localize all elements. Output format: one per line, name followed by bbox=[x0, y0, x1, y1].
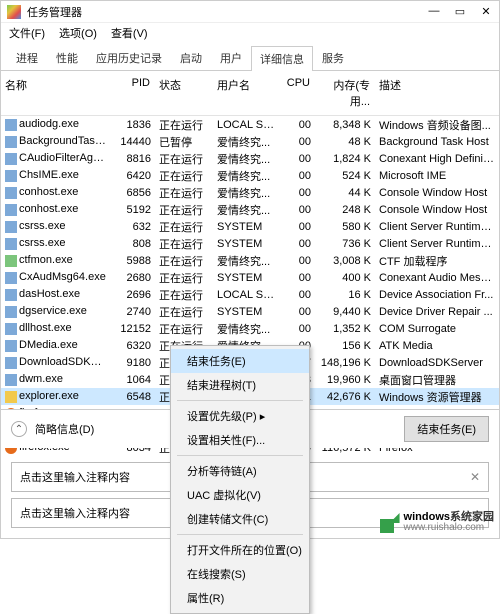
menu-item[interactable]: 文件(F) bbox=[9, 25, 45, 41]
table-row[interactable]: audiodg.exe1836正在运行LOCAL SE...008,348 KW… bbox=[1, 116, 499, 133]
process-icon bbox=[5, 170, 17, 182]
process-icon bbox=[5, 289, 17, 301]
tab-进程[interactable]: 进程 bbox=[7, 45, 47, 70]
process-icon bbox=[5, 255, 17, 267]
process-icon bbox=[5, 272, 17, 284]
tab-启动[interactable]: 启动 bbox=[171, 45, 211, 70]
process-icon bbox=[5, 221, 17, 233]
context-menu-item[interactable]: 打开文件所在的位置(O) bbox=[171, 538, 309, 562]
col-state[interactable]: 状态 bbox=[155, 71, 213, 115]
annotation-placeholder: 点击这里输入注释内容 bbox=[20, 469, 130, 485]
col-mem[interactable]: 内存(专用... bbox=[315, 71, 375, 115]
context-menu-item[interactable]: 属性(R) bbox=[171, 586, 309, 610]
menu-separator bbox=[177, 455, 303, 456]
maximize-button[interactable]: ▭ bbox=[453, 5, 467, 18]
table-row[interactable]: conhost.exe6856正在运行爱情终究...0044 KConsole … bbox=[1, 184, 499, 201]
process-icon bbox=[5, 357, 17, 369]
table-row[interactable]: CxAudMsg64.exe2680正在运行SYSTEM00400 KConex… bbox=[1, 269, 499, 286]
process-icon bbox=[5, 323, 17, 335]
process-icon bbox=[5, 153, 17, 165]
annotation-placeholder: 点击这里输入注释内容 bbox=[20, 505, 130, 521]
col-name[interactable]: 名称 bbox=[1, 71, 111, 115]
process-icon bbox=[5, 204, 17, 216]
context-menu-item[interactable]: 分析等待链(A) bbox=[171, 459, 309, 483]
minimize-button[interactable]: — bbox=[427, 5, 441, 18]
table-row[interactable]: csrss.exe632正在运行SYSTEM00580 KClient Serv… bbox=[1, 218, 499, 235]
fewer-details-label[interactable]: 简略信息(D) bbox=[35, 421, 94, 437]
context-menu-item[interactable]: 设置相关性(F)... bbox=[171, 428, 309, 452]
window-title: 任务管理器 bbox=[27, 4, 427, 20]
end-task-button[interactable]: 结束任务(E) bbox=[404, 416, 489, 442]
table-row[interactable]: dasHost.exe2696正在运行LOCAL SE...0016 KDevi… bbox=[1, 286, 499, 303]
tab-性能[interactable]: 性能 bbox=[47, 45, 87, 70]
tab-服务[interactable]: 服务 bbox=[313, 45, 353, 70]
tab-详细信息[interactable]: 详细信息 bbox=[251, 46, 313, 71]
table-row[interactable]: dllhost.exe12152正在运行爱情终究...001,352 KCOM … bbox=[1, 320, 499, 337]
process-icon bbox=[5, 391, 17, 403]
process-icon bbox=[5, 340, 17, 352]
col-cpu[interactable]: CPU bbox=[281, 71, 315, 115]
process-icon bbox=[5, 119, 17, 131]
col-pid[interactable]: PID bbox=[111, 71, 155, 115]
table-row[interactable]: csrss.exe808正在运行SYSTEM00736 KClient Serv… bbox=[1, 235, 499, 252]
menu-separator bbox=[177, 400, 303, 401]
context-menu-item[interactable]: 创建转储文件(C) bbox=[171, 507, 309, 531]
table-row[interactable]: CAudioFilterAgent...8816正在运行爱情终究...001,8… bbox=[1, 150, 499, 167]
menubar: 文件(F) 选项(O) 查看(V) bbox=[1, 23, 499, 43]
table-row[interactable]: ChsIME.exe6420正在运行爱情终究...00524 KMicrosof… bbox=[1, 167, 499, 184]
context-menu-item[interactable]: 设置优先级(P) ▸ bbox=[171, 404, 309, 428]
table-row[interactable]: BackgroundTask...14440已暂停爱情终究...0048 KBa… bbox=[1, 133, 499, 150]
menu-separator bbox=[177, 534, 303, 535]
tab-应用历史记录[interactable]: 应用历史记录 bbox=[87, 45, 171, 70]
process-icon bbox=[5, 306, 17, 318]
menu-item[interactable]: 查看(V) bbox=[111, 25, 148, 41]
menu-item[interactable]: 选项(O) bbox=[59, 25, 97, 41]
context-menu-item[interactable]: 在线搜索(S) bbox=[171, 562, 309, 586]
process-icon bbox=[5, 238, 17, 250]
context-menu-item[interactable]: 结束进程树(T) bbox=[171, 373, 309, 397]
expand-icon[interactable]: ⌃ bbox=[11, 421, 27, 437]
table-row[interactable]: dgservice.exe2740正在运行SYSTEM009,440 KDevi… bbox=[1, 303, 499, 320]
context-menu: 结束任务(E)结束进程树(T) 设置优先级(P) ▸设置相关性(F)... 分析等待… bbox=[170, 345, 310, 614]
col-user[interactable]: 用户名 bbox=[213, 71, 281, 115]
close-button[interactable]: ✕ bbox=[479, 5, 493, 18]
table-row[interactable]: ctfmon.exe5988正在运行爱情终究...003,008 KCTF 加载… bbox=[1, 252, 499, 269]
col-desc[interactable]: 描述 bbox=[375, 71, 499, 115]
process-icon bbox=[5, 187, 17, 199]
app-icon bbox=[7, 5, 21, 19]
titlebar: 任务管理器 — ▭ ✕ bbox=[1, 1, 499, 23]
context-menu-item[interactable]: 结束任务(E) bbox=[171, 349, 309, 373]
process-icon bbox=[5, 136, 17, 148]
tab-用户[interactable]: 用户 bbox=[211, 45, 251, 70]
tab-bar: 进程性能应用历史记录启动用户详细信息服务 bbox=[1, 43, 499, 71]
context-menu-item[interactable]: UAC 虚拟化(V) bbox=[171, 483, 309, 507]
process-icon bbox=[5, 374, 17, 386]
close-icon[interactable]: ✕ bbox=[470, 470, 480, 484]
table-header: 名称 PID 状态 用户名 CPU 内存(专用... 描述 bbox=[1, 71, 499, 116]
table-row[interactable]: conhost.exe5192正在运行爱情终究...00248 KConsole… bbox=[1, 201, 499, 218]
